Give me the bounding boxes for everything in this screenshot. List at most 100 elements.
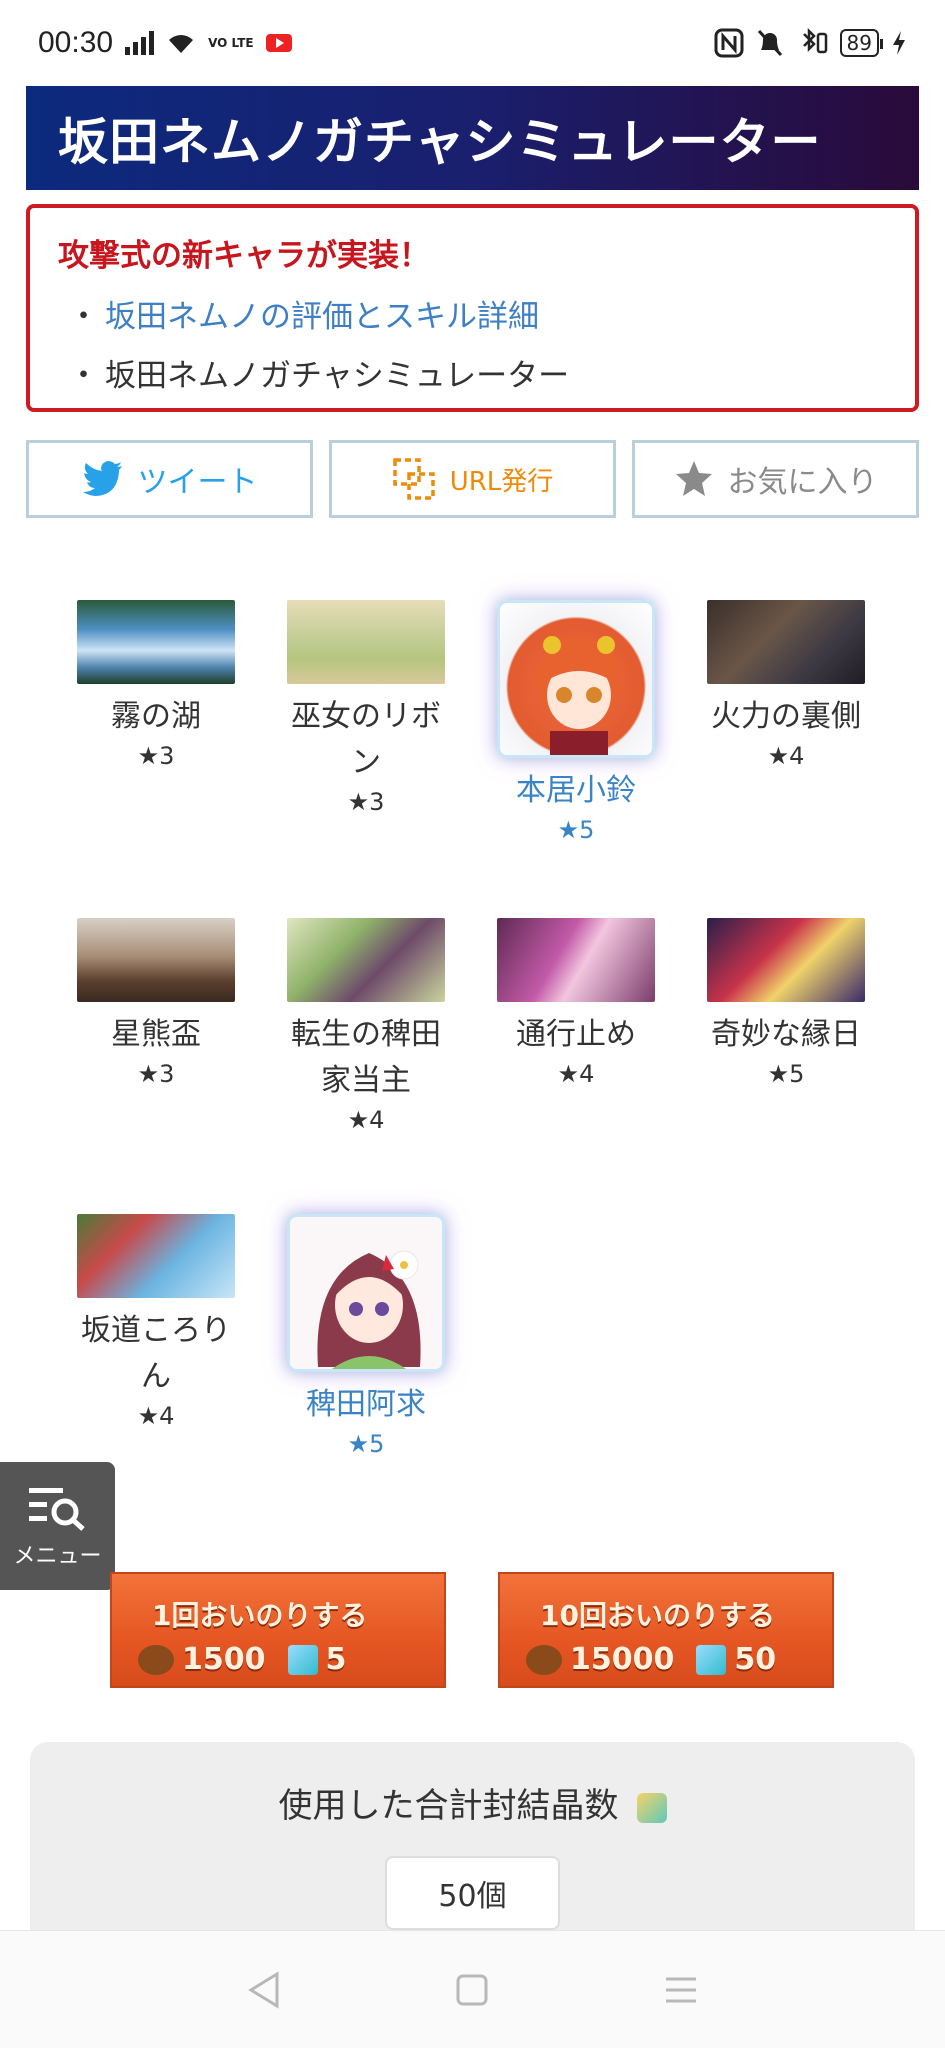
nav-back-button[interactable]	[244, 1970, 284, 2010]
url-issue-button[interactable]: URL発行	[329, 440, 616, 518]
card-rarity: ★4	[557, 1060, 595, 1088]
coin-icon	[138, 1644, 174, 1675]
card-rarity: ★3	[137, 742, 175, 770]
result-card[interactable]: 星熊盃 ★3	[56, 906, 256, 1090]
result-card[interactable]: 奇妙な縁日 ★5	[686, 906, 886, 1090]
total-crystals-title: 使用した合計封結晶数	[30, 1778, 915, 1827]
card-thumbnail	[287, 600, 445, 684]
result-card[interactable]: 巫女のリボン ★3	[266, 588, 466, 818]
tweet-label: ツイート	[137, 465, 258, 500]
battery-indicator: 89	[839, 29, 884, 57]
crystal-icon	[287, 1644, 318, 1675]
card-thumbnail	[497, 918, 655, 1002]
pray-once-label: 1回おいのりする	[152, 1599, 368, 1632]
nfc-icon	[714, 28, 744, 58]
total-crystals-value: 50個	[385, 1856, 560, 1930]
pray-once-button[interactable]: 1回おいのりする 1500 5	[110, 1572, 446, 1688]
card-thumbnail	[77, 1214, 235, 1298]
card-name: 奇妙な縁日	[711, 1017, 861, 1052]
volte-indicator: VO LTE	[208, 36, 254, 50]
card-rarity: ★5	[557, 816, 595, 844]
menu-button[interactable]: メニュー	[0, 1462, 115, 1590]
favorite-label: お気に入り	[727, 465, 878, 500]
card-name: 転生の稗田家当主	[291, 1017, 441, 1098]
url-issue-label: URL発行	[449, 466, 554, 497]
card-name: 坂道ころりん	[81, 1313, 231, 1394]
back-triangle-icon	[248, 1970, 279, 2009]
twitter-bird-icon	[82, 461, 122, 496]
card-thumbnail	[77, 600, 235, 684]
notice-item-text: 坂田ネムノガチャシミュレーター	[105, 358, 570, 394]
coin-cost: 1500	[182, 1642, 266, 1677]
status-time: 00:30	[38, 26, 114, 59]
card-name: 火力の裏側	[711, 699, 861, 734]
vibrate-bluetooth-icon	[802, 28, 827, 54]
nav-recents-button[interactable]	[661, 1970, 701, 2010]
bullet: ・	[68, 358, 99, 394]
site-header: 坂田ネムノガチャシミュレーター	[26, 86, 919, 190]
result-card[interactable]: 霧の湖 ★3	[56, 588, 256, 772]
character-portrait	[287, 1214, 445, 1372]
character-portrait	[497, 600, 655, 758]
share-actions: ツイート URL発行 お気に入り	[26, 440, 919, 518]
charging-icon	[893, 31, 905, 55]
result-card[interactable]: 火力の裏側 ★4	[686, 588, 886, 772]
notice-link-skill-details[interactable]: ・坂田ネムノの評価とスキル詳細	[58, 291, 887, 336]
pray-ten-label: 10回おいのりする	[540, 1599, 775, 1632]
mute-bell-icon	[757, 29, 782, 57]
crystal-cost: 5	[325, 1642, 347, 1677]
home-square-icon	[456, 1974, 488, 2005]
card-rarity: ★4	[347, 1106, 385, 1134]
card-rarity: ★3	[137, 1060, 175, 1088]
pray-ten-button[interactable]: 10回おいのりする 15000 50	[498, 1572, 834, 1688]
result-card[interactable]: 坂道ころりん ★4	[56, 1202, 256, 1432]
tweet-button[interactable]: ツイート	[26, 440, 313, 518]
card-name: 通行止め	[516, 1017, 636, 1052]
card-thumbnail	[77, 918, 235, 1002]
signal-icon	[125, 31, 155, 55]
card-rarity: ★4	[137, 1402, 175, 1430]
notice-link-text[interactable]: 坂田ネムノの評価とスキル詳細	[105, 299, 539, 335]
result-card-rare[interactable]: 稗田阿求 ★5	[266, 1202, 466, 1460]
card-name: 霧の湖	[111, 699, 201, 734]
result-card[interactable]: 通行止め ★4	[476, 906, 676, 1090]
card-name: 星熊盃	[111, 1017, 201, 1052]
card-name: 本居小鈴	[516, 773, 636, 808]
result-card[interactable]: 転生の稗田家当主 ★4	[266, 906, 466, 1136]
card-rarity: ★5	[767, 1060, 805, 1088]
notice-title: 攻撃式の新キャラが実装！	[58, 238, 430, 274]
notice-box: 攻撃式の新キャラが実装！ ・坂田ネムノの評価とスキル詳細 ・坂田ネムノガチャシミ…	[26, 204, 919, 412]
favorite-button[interactable]: お気に入り	[632, 440, 919, 518]
star-icon	[675, 461, 712, 496]
page-title: 坂田ネムノガチャシミュレーター	[58, 113, 822, 171]
card-rarity: ★4	[767, 742, 805, 770]
notice-item-current-page: ・坂田ネムノガチャシミュレーター	[58, 350, 887, 395]
wifi-icon	[169, 35, 194, 53]
link-copy-icon	[392, 458, 435, 500]
system-nav-bar	[0, 1930, 945, 2048]
nav-home-button[interactable]	[452, 1970, 492, 2010]
coin-icon	[526, 1644, 562, 1675]
card-thumbnail	[287, 918, 445, 1002]
card-rarity: ★3	[347, 788, 385, 816]
bullet: ・	[68, 299, 99, 335]
pray-once-cost: 1500 5	[138, 1642, 346, 1677]
card-thumbnail	[707, 600, 865, 684]
menu-search-icon	[28, 1488, 85, 1531]
pray-ten-cost: 15000 50	[526, 1642, 776, 1677]
recents-menu-icon	[665, 1977, 696, 2002]
status-left: 00:30 VO LTE	[38, 26, 292, 60]
character-portrait-illustration	[290, 1217, 442, 1369]
total-crystals-title-text: 使用した合計封結晶数	[278, 1786, 619, 1826]
card-name: 稗田阿求	[306, 1387, 426, 1422]
card-rarity: ★5	[347, 1430, 385, 1458]
result-card-rare[interactable]: 本居小鈴 ★5	[476, 588, 676, 846]
crystal-cost: 50	[734, 1642, 777, 1677]
menu-label: メニュー	[13, 1544, 102, 1569]
card-thumbnail	[707, 918, 865, 1002]
card-name: 巫女のリボン	[291, 699, 441, 780]
crystal-icon	[696, 1644, 727, 1675]
coin-cost: 15000	[570, 1642, 675, 1677]
status-bar: 00:30 VO LTE 89	[0, 0, 945, 86]
status-right: 89	[714, 28, 907, 58]
